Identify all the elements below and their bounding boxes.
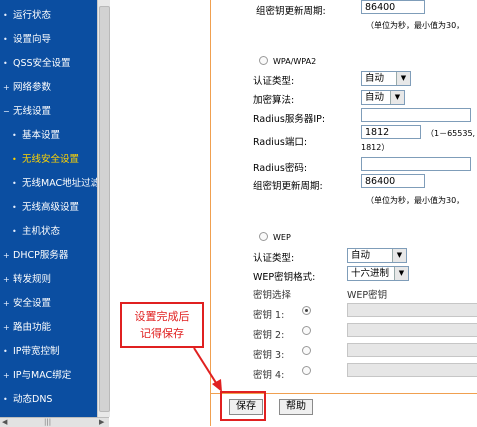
sidebar-item-mac-filter[interactable]: • 无线MAC地址过滤	[12, 174, 100, 194]
wep-radio[interactable]	[259, 232, 268, 241]
radius-port-hint-2: 1812）	[361, 143, 390, 152]
key-2-label: 密钥 2:	[253, 330, 285, 341]
annotation-line-2: 记得保存	[140, 327, 184, 340]
help-button[interactable]: 帮助	[279, 399, 313, 415]
key-2-input[interactable]	[347, 323, 477, 337]
wpa-enc-select[interactable]: 自动 ▼	[361, 90, 405, 105]
key-3-input[interactable]	[347, 343, 477, 357]
annotation-arrow-icon	[193, 347, 222, 392]
bullet-icon: •	[3, 395, 8, 404]
scroll-grip-icon: |||	[44, 418, 52, 426]
plus-icon: +	[3, 251, 10, 260]
annotation-callout: 设置完成后 记得保存	[120, 302, 204, 348]
wpa-radio[interactable]	[259, 56, 268, 65]
sidebar-item-wizard[interactable]: • 设置向导	[3, 30, 51, 50]
wpa-auth-select[interactable]: 自动 ▼	[361, 71, 411, 86]
sidebar-item-dhcp[interactable]: + DHCP服务器	[3, 246, 68, 266]
wpa-key-period-input[interactable]: 86400	[361, 174, 425, 188]
key-3-radio[interactable]	[302, 346, 311, 355]
bullet-icon: •	[3, 347, 8, 356]
chevron-down-icon: ▼	[394, 267, 408, 280]
chevron-down-icon: ▼	[390, 91, 404, 104]
sidebar-item-advanced[interactable]: • 无线高级设置	[12, 198, 79, 218]
sidebar-item-basic[interactable]: • 基本设置	[12, 126, 60, 146]
period-note: （单位为秒，最小值为30，	[366, 21, 465, 30]
bullet-icon: •	[3, 35, 8, 44]
plus-icon: +	[3, 323, 10, 332]
sidebar-item-forwarding[interactable]: + 转发规则	[3, 270, 51, 290]
key-4-label: 密钥 4:	[253, 370, 285, 381]
key-1-label: 密钥 1:	[253, 310, 285, 321]
annotation-line-1: 设置完成后	[134, 310, 190, 323]
scrollbar-thumb[interactable]	[99, 6, 110, 412]
bullet-icon: •	[12, 155, 17, 164]
sidebar-item-ddns[interactable]: • 动态DNS	[3, 390, 52, 410]
radius-port-hint: （1－65535,	[426, 129, 476, 138]
bullet-icon: •	[12, 131, 17, 140]
chevron-down-icon: ▼	[392, 249, 406, 262]
sidebar-item-wireless-security[interactable]: • 无线安全设置	[12, 150, 79, 170]
wep-format-select[interactable]: 十六进制 ▼	[347, 266, 409, 281]
key-3-label: 密钥 3:	[253, 350, 285, 361]
wep-auth-select[interactable]: 自动 ▼	[347, 248, 407, 263]
wep-format-label: WEP密钥格式:	[253, 272, 316, 283]
wpa-enc-label: 加密算法:	[253, 95, 295, 106]
sidebar-item-ip-mac-binding[interactable]: + IP与MAC绑定	[3, 366, 71, 386]
sidebar-item-wireless[interactable]: − 无线设置	[3, 102, 51, 122]
plus-icon: +	[3, 83, 10, 92]
minus-icon: −	[3, 107, 10, 116]
sidebar-item-bandwidth[interactable]: • IP带宽控制	[3, 342, 60, 362]
bullet-icon: •	[12, 179, 17, 188]
wpa-key-period-label: 组密钥更新周期:	[253, 181, 323, 192]
group-key-period-label: 组密钥更新周期:	[256, 6, 326, 17]
group-key-period-input[interactable]: 86400	[361, 0, 425, 14]
plus-icon: +	[3, 371, 10, 380]
settings-form: 组密钥更新周期: 86400 （单位为秒，最小值为30， WPA/WPA2 认证…	[210, 0, 477, 426]
chevron-down-icon: ▼	[396, 72, 410, 85]
sidebar-item-routing[interactable]: + 路由功能	[3, 318, 51, 338]
sidebar-item-host-status[interactable]: • 主机状态	[12, 222, 60, 242]
sidebar-item-network[interactable]: + 网络参数	[3, 78, 51, 98]
key-4-radio[interactable]	[302, 366, 311, 375]
key-1-input[interactable]	[347, 303, 477, 317]
wpa-period-note: （单位为秒，最小值为30，	[366, 196, 465, 205]
radius-port-input[interactable]: 1812	[361, 125, 421, 139]
wpa-auth-label: 认证类型:	[253, 76, 295, 87]
sidebar-item-status[interactable]: • 运行状态	[3, 6, 51, 26]
wep-radio-label: WEP	[273, 233, 291, 242]
plus-icon: +	[3, 275, 10, 284]
sidebar-nav: • 运行状态 • 设置向导 • QSS安全设置 + 网络参数 − 无线设置 • 基本设置 •…	[0, 0, 100, 417]
radius-password-label: Radius密码:	[253, 163, 308, 174]
bullet-icon: •	[3, 11, 8, 20]
plus-icon: +	[3, 299, 10, 308]
sidebar-scrollbar[interactable]	[97, 0, 110, 417]
key-select-header: 密钥选择	[253, 290, 292, 301]
wep-auth-label: 认证类型:	[253, 253, 295, 264]
radius-password-input[interactable]	[361, 157, 471, 171]
radius-ip-label: Radius服务器IP:	[253, 114, 326, 125]
radius-port-label: Radius端口:	[253, 137, 308, 148]
bullet-icon: •	[12, 203, 17, 212]
sidebar-item-security[interactable]: + 安全设置	[3, 294, 51, 314]
save-highlight-box	[220, 391, 266, 421]
key-4-input[interactable]	[347, 363, 477, 377]
wep-key-header: WEP密钥	[347, 290, 388, 301]
key-1-radio[interactable]	[302, 306, 311, 315]
wpa-radio-label: WPA/WPA2	[273, 57, 317, 66]
radius-ip-input[interactable]	[361, 108, 471, 122]
bullet-icon: •	[12, 227, 17, 236]
bullet-icon: •	[3, 59, 8, 68]
sidebar-item-qss[interactable]: • QSS安全设置	[3, 54, 71, 74]
key-2-radio[interactable]	[302, 326, 311, 335]
